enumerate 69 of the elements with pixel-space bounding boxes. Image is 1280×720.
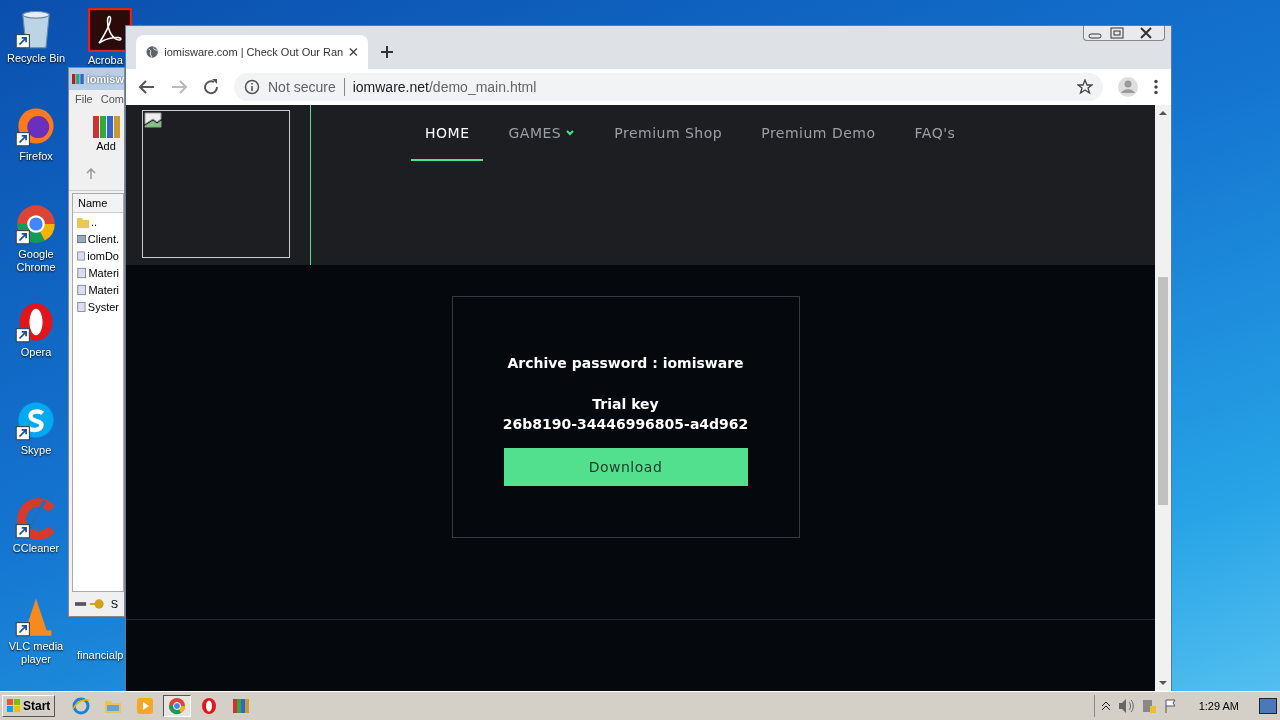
profile-icon[interactable] — [1117, 76, 1139, 98]
desktop-icon-label[interactable]: Acroba — [88, 54, 123, 67]
menu-icon[interactable] — [1153, 79, 1159, 95]
clock-text[interactable]: 1:29 AM — [1198, 700, 1239, 712]
status-text: S — [110, 598, 118, 610]
trial-key: 26b8190-34446996805-a4d962 — [502, 414, 749, 434]
nav-link[interactable]: GAMES — [494, 105, 590, 161]
file-name[interactable]: Client. — [87, 232, 119, 245]
address-bar[interactable]: Not secure iomware.net/demo_main.html — [234, 73, 1103, 101]
security-label: Not secure — [268, 79, 336, 95]
password-text: Archive password : iomisware — [507, 354, 744, 373]
back-icon[interactable] — [138, 78, 156, 96]
start-button[interactable]: Start — [2, 695, 56, 717]
books-icon — [91, 114, 121, 140]
file-name[interactable]: iomDo — [87, 249, 119, 262]
caret-up-icon[interactable] — [1100, 701, 1111, 711]
key-label: Trial key — [592, 395, 659, 414]
window-title: iomisw — [69, 68, 124, 90]
new-tab-icon[interactable] — [380, 45, 394, 59]
file-name[interactable]: .. — [91, 215, 98, 228]
add-button[interactable]: Add — [75, 114, 121, 152]
window-controls[interactable] — [1083, 26, 1165, 41]
flag-icon[interactable] — [1162, 698, 1179, 714]
desktop-icon-label[interactable]: Firefox — [19, 150, 53, 163]
desktop-icon-label[interactable]: CCleaner — [12, 542, 60, 555]
show-desktop-button[interactable] — [1259, 698, 1277, 714]
desktop-icon-label[interactable]: Skype — [20, 444, 52, 457]
books-icon — [72, 72, 84, 86]
close-icon[interactable] — [349, 47, 358, 57]
broken-image-icon — [144, 112, 162, 128]
desktop-icon-label[interactable]: VLC media player — [0, 640, 72, 666]
file-icon — [77, 283, 87, 296]
download-button[interactable]: Download — [503, 448, 748, 486]
reload-icon[interactable] — [202, 78, 220, 96]
desktop-icon-label[interactable]: financialp — [77, 649, 124, 661]
star-icon[interactable] — [1077, 79, 1093, 95]
nav-link[interactable]: Premium Demo — [747, 105, 890, 161]
desktop-icon-label[interactable]: Opera — [20, 346, 52, 359]
file-name[interactable]: Materi — [88, 283, 119, 296]
windows-logo-icon — [7, 699, 21, 713]
file-name[interactable]: Syster — [87, 300, 119, 313]
browser-tab[interactable]: iomisware.com | Check Out Our Ran — [136, 35, 368, 69]
file-icon — [77, 232, 86, 245]
file-icon — [77, 266, 87, 279]
app-icon[interactable] — [14, 496, 58, 540]
nav-link[interactable]: FAQ's — [900, 105, 970, 161]
file-icon — [77, 249, 86, 262]
chrome-icon[interactable] — [163, 695, 192, 717]
file-name[interactable]: Materi — [88, 266, 119, 279]
desktop-icon-label[interactable]: Google Chrome — [0, 248, 72, 274]
scroll-thumb[interactable] — [1158, 277, 1168, 505]
scroll-down-icon[interactable] — [1158, 679, 1168, 687]
column-header[interactable]: Name — [73, 194, 123, 213]
menu-item[interactable]: File — [75, 93, 93, 105]
key-icon — [75, 598, 105, 610]
scrollbar[interactable] — [1155, 105, 1171, 691]
folder-icon — [77, 215, 89, 228]
desktop-icon-label[interactable]: Recycle Bin — [6, 52, 66, 65]
nav-link[interactable]: HOME — [411, 105, 484, 161]
globe-icon — [146, 45, 159, 59]
acrobat-icon[interactable] — [88, 8, 132, 52]
menu-item[interactable]: Com — [100, 93, 124, 105]
url-text: iomware.net/demo_main.html — [352, 79, 538, 95]
file-icon — [77, 300, 86, 313]
nav-link[interactable]: Premium Shop — [600, 105, 737, 161]
info-icon — [244, 79, 260, 95]
speaker-icon[interactable] — [1116, 698, 1135, 714]
scroll-up-icon[interactable] — [1158, 109, 1168, 117]
app-icon[interactable] — [14, 202, 58, 246]
